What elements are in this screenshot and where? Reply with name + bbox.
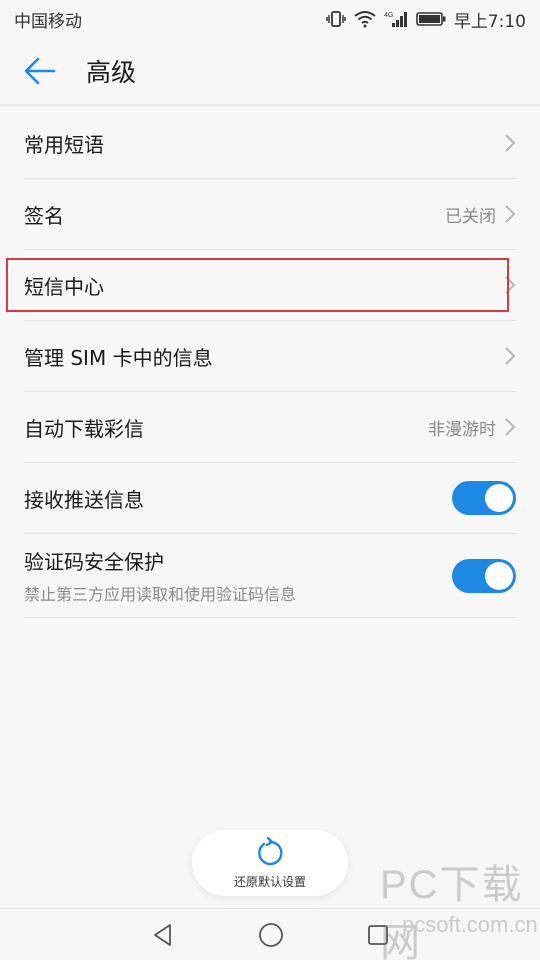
chevron-right-icon [505,347,516,365]
nav-home-icon[interactable] [257,921,285,949]
status-icons: 4G 早上7:10 [326,7,526,32]
chevron-right-icon [505,134,516,152]
vibrate-icon [326,11,346,27]
chevron-right-icon [505,276,516,294]
row-value: 非漫游时 [428,419,496,440]
battery-icon [416,12,446,26]
signal-icon: 4G [384,12,407,27]
restore-defaults-button[interactable]: 还原默认设置 [192,830,348,896]
setting-auto-download-mms[interactable]: 自动下载彩信 非漫游时 [24,392,516,463]
svg-text:4G: 4G [384,12,393,19]
chevron-right-icon [505,205,516,223]
clock: 早上7:10 [453,11,526,32]
row-label: 验证码安全保护 [24,550,164,574]
app-header: 高级 [0,38,540,106]
back-button[interactable] [8,37,72,105]
setting-sms-center[interactable]: 短信中心 [24,250,516,321]
setting-signature[interactable]: 签名 已关闭 [24,179,516,250]
row-label: 短信中心 [24,274,104,299]
status-bar: 中国移动 4G 早上7:10 [0,0,540,38]
setting-manage-sim-messages[interactable]: 管理 SIM 卡中的信息 [24,321,516,392]
restore-label: 还原默认设置 [233,874,306,889]
carrier-label: 中国移动 [14,11,82,32]
back-arrow-icon [24,57,56,85]
row-label: 签名 [24,203,64,228]
chevron-right-icon [505,418,516,436]
refresh-icon [258,836,283,865]
row-label: 接收推送信息 [24,487,144,512]
nav-back-icon[interactable] [150,922,176,948]
wifi-icon [354,11,376,28]
settings-list: 常用短语 签名 已关闭 短信中心 管理 SIM 卡中的信息 自动下载彩信 非漫游… [0,108,540,618]
page-title: 高级 [86,58,137,87]
row-label: 自动下载彩信 [24,416,144,441]
row-label: 常用短语 [24,132,104,157]
row-label: 管理 SIM 卡中的信息 [24,345,213,370]
toggle-knob [485,561,513,590]
navigation-bar [0,908,540,960]
row-value: 已关闭 [445,206,496,227]
setting-verification-protect: 验证码安全保护 禁止第三方应用读取和使用验证码信息 [24,534,516,618]
row-subtitle: 禁止第三方应用读取和使用验证码信息 [24,585,297,604]
toggle-knob [485,484,513,512]
verification-protect-toggle[interactable] [452,558,516,593]
setting-receive-push: 接收推送信息 [24,463,516,534]
receive-push-toggle[interactable] [452,481,516,515]
setting-common-phrases[interactable]: 常用短语 [24,108,516,179]
nav-recents-icon[interactable] [366,923,390,947]
